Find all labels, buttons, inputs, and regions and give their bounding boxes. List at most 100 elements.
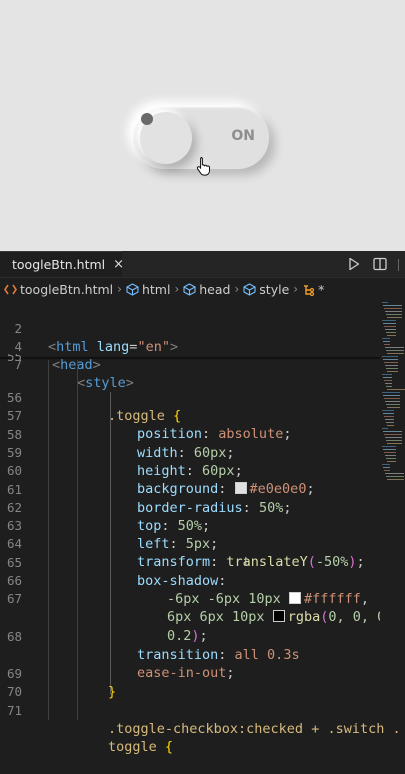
tab-bar: toogleBtn.html × (0, 251, 405, 278)
minimap-line (387, 371, 398, 372)
tab-label: toogleBtn.html (12, 257, 106, 272)
code-token: .toggle-checkbox:checked + .switch . (108, 721, 401, 737)
close-icon[interactable]: × (113, 257, 124, 272)
code-line: 66 -6px -6px 10px #ffffff, (0, 554, 380, 607)
code-line-wrapped: ease-in-out; (137, 665, 235, 681)
minimap-line (382, 392, 400, 393)
minimap-line (383, 359, 398, 360)
minimap-line (387, 389, 405, 390)
code-line: 67 6px 6px 10px rgba(0, 0, 0, (0, 572, 393, 625)
toggle-label: ON (231, 128, 255, 144)
toolbar-divider (398, 259, 399, 271)
minimap-line (382, 338, 390, 339)
code-line: 60 background: #e0e0e0; (0, 444, 380, 497)
minimap-line (385, 419, 394, 420)
sticky-line: 2 <html lang="en"> (0, 302, 380, 355)
code-area[interactable]: 2 <html lang="en"> 4 <head> 7 <style> 55… (0, 302, 405, 755)
minimap-line (386, 314, 402, 315)
minimap-line (386, 476, 404, 477)
code-editor: toogleBtn.html × toogleBtn.html › html ›… (0, 251, 405, 755)
minimap-line (385, 383, 392, 384)
code-line: 65 box-shadow: (0, 536, 380, 589)
breadcrumb-separator-icon: › (293, 282, 299, 296)
minimap-line (382, 428, 388, 429)
code-line: 61 border-radius: 50%; (0, 463, 380, 516)
minimap-line (385, 311, 402, 312)
indicator-dot (141, 113, 153, 125)
minimap-line (383, 449, 396, 450)
breadcrumb-item-rule[interactable]: * (318, 282, 324, 297)
code-line-wrapped: toggle { (108, 739, 174, 755)
split-editor-icon[interactable] (373, 257, 387, 271)
sticky-line: 4 <head> (0, 320, 380, 373)
minimap-line (387, 407, 400, 408)
code-token: toggle (108, 739, 157, 755)
line-number: 55 (6, 354, 22, 364)
code-line: 58 width: 60px; (0, 408, 380, 461)
breadcrumb-separator-icon: › (117, 282, 122, 296)
minimap-line (382, 302, 388, 303)
minimap-line (383, 467, 390, 468)
breadcrumb-item-head[interactable]: head (199, 282, 230, 297)
play-icon[interactable] (348, 257, 360, 271)
element-icon (243, 282, 256, 296)
minimap-line (386, 350, 404, 351)
minimap-line (384, 434, 402, 435)
code-line: 56 .toggle { (0, 371, 380, 424)
minimap[interactable] (380, 300, 405, 720)
element-icon (183, 282, 196, 296)
breadcrumb-separator-icon: › (234, 282, 240, 296)
breadcrumb-item-html[interactable]: html (142, 282, 170, 297)
html-file-icon (4, 284, 17, 294)
code-line: 70 (0, 665, 380, 699)
code-line: 68 transition: all 0.3s (0, 610, 380, 663)
minimap-line (387, 425, 394, 426)
minimap-line (386, 404, 400, 405)
minimap-line (383, 431, 402, 432)
minimap-line (384, 362, 398, 363)
minimap-line (383, 323, 396, 324)
css-rule-icon (304, 284, 315, 296)
code-line-wrapped: 0.2); (167, 628, 208, 644)
minimap-line (384, 398, 400, 399)
breadcrumb-separator-icon: › (174, 282, 180, 296)
minimap-line (384, 452, 396, 453)
breadcrumb-file[interactable]: toogleBtn.html (20, 282, 113, 297)
minimap-line (384, 416, 394, 417)
minimap-line (383, 305, 402, 306)
minimap-line (383, 341, 390, 342)
minimap-line (385, 365, 398, 366)
minimap-line (383, 395, 400, 396)
minimap-line (386, 332, 396, 333)
minimap-line (386, 458, 396, 459)
minimap-line (386, 440, 402, 441)
minimap-line (382, 356, 398, 357)
breadcrumb-item-style[interactable]: style (259, 282, 289, 297)
minimap-line (384, 308, 402, 309)
minimap-line (385, 437, 402, 438)
minimap-line (384, 344, 390, 345)
minimap-line (386, 386, 392, 387)
minimap-line (387, 353, 404, 354)
minimap-line (384, 326, 396, 327)
minimap-line (384, 470, 390, 471)
minimap-line (386, 368, 398, 369)
code-line: 69 } (0, 647, 380, 700)
minimap-line (385, 329, 396, 330)
hand-cursor-icon (196, 157, 210, 176)
minimap-line (382, 320, 396, 321)
minimap-line (385, 455, 396, 456)
breadcrumb: toogleBtn.html › html › head › style › * (0, 278, 405, 300)
preview-pane: ON (0, 0, 405, 251)
minimap-line (382, 374, 392, 375)
minimap-line (387, 443, 402, 444)
minimap-line (387, 479, 404, 480)
minimap-line (385, 401, 400, 402)
code-line: 71 .toggle-checkbox:checked + .switch . (0, 684, 401, 737)
minimap-line (387, 461, 396, 462)
tab-toogleBtn[interactable]: toogleBtn.html × (0, 251, 124, 277)
minimap-line (386, 422, 394, 423)
code-line: 59 height: 60px; (0, 426, 380, 479)
code-line: 62 top: 50%; (0, 481, 380, 534)
minimap-line (387, 317, 402, 318)
